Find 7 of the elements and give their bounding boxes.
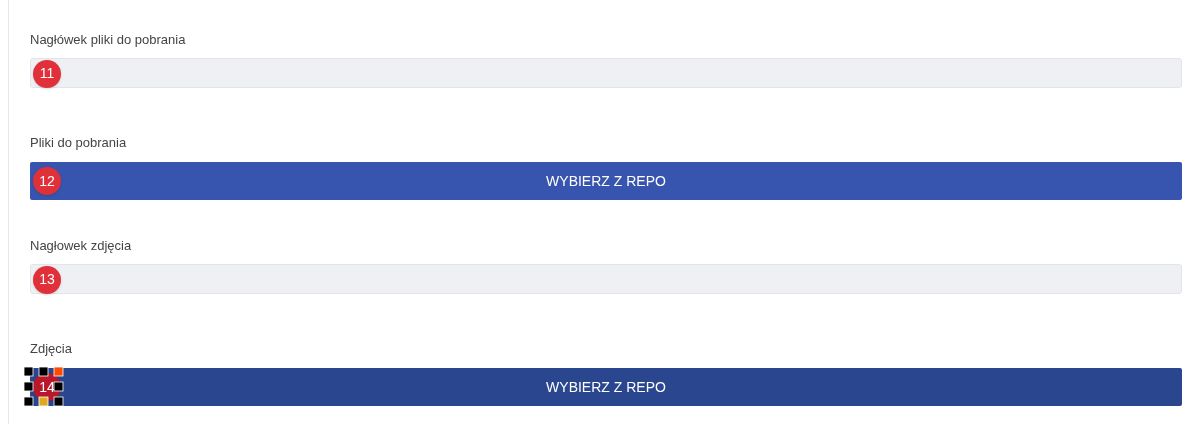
selection-handles-icon[interactable] bbox=[24, 367, 64, 407]
input-field[interactable] bbox=[30, 264, 1182, 294]
input-field[interactable] bbox=[30, 58, 1182, 88]
field-label: Zdjęcia bbox=[30, 340, 72, 358]
field-label: Nagłowek zdjęcia bbox=[30, 237, 132, 255]
field-label: Pliki do pobrania bbox=[30, 134, 127, 152]
field-label: Nagłówek pliki do pobrania bbox=[30, 31, 186, 49]
